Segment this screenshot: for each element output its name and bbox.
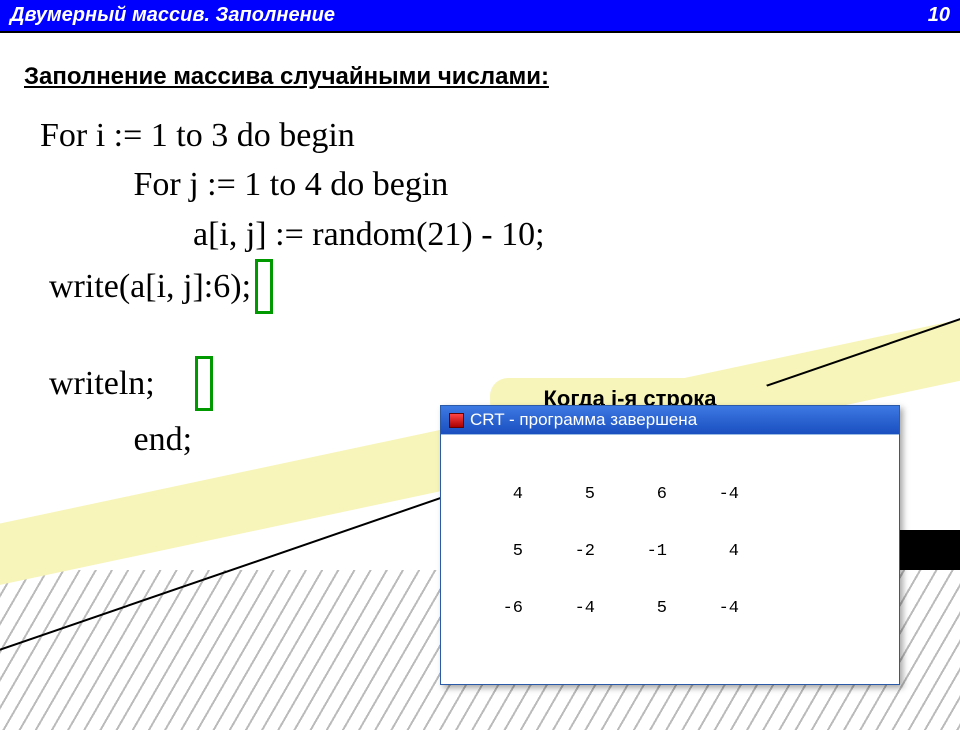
code-line-4: write(a[i, j]:6); (49, 262, 251, 311)
app-icon (449, 413, 464, 428)
crt-row: 456-4 (451, 485, 889, 504)
crt-row: 5-2-14 (451, 542, 889, 561)
crt-row: -6-45-4 (451, 599, 889, 618)
section-subtitle: Заполнение массива случайными числами: (24, 63, 960, 91)
title-bar: Двумерный массив. Заполнение 10 (0, 0, 960, 33)
crt-titlebar[interactable]: CRT - программа завершена (441, 406, 899, 434)
code-line-1: For i := 1 to 3 do begin (40, 111, 960, 160)
code-line-2: For j := 1 to 4 do begin (40, 160, 960, 209)
green-box-2: writeln; (195, 356, 213, 411)
crt-window: CRT - программа завершена 456-4 5-2-14 -… (440, 405, 900, 685)
green-box-1: write(a[i, j]:6); (255, 259, 273, 314)
page-title: Двумерный массив. Заполнение (10, 4, 335, 27)
crt-title: CRT - программа завершена (470, 410, 697, 430)
crt-output: 456-4 5-2-14 -6-45-4 (441, 434, 899, 684)
page-number: 10 (928, 4, 950, 27)
code-line-5: writeln; (49, 359, 155, 408)
code-line-3: a[i, j] := random(21) - 10; (40, 210, 960, 259)
code-line-4-boxed: write(a[i, j]:6); (255, 259, 960, 318)
